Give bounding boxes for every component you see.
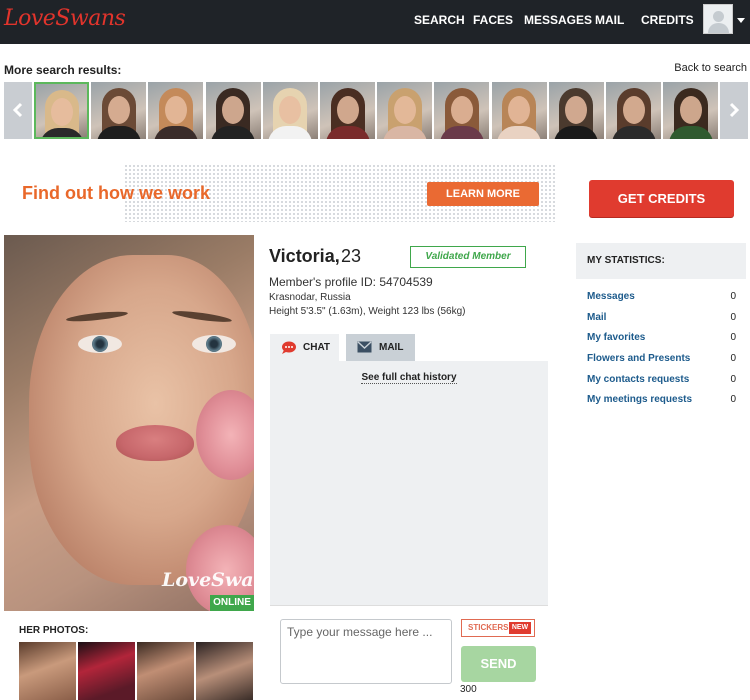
search-result-thumb[interactable]: [148, 82, 204, 139]
chevron-down-icon[interactable]: [737, 18, 745, 23]
thumb-face: [622, 96, 645, 124]
thumb-face: [393, 96, 416, 124]
nav-messages[interactable]: MESSAGES: [524, 13, 592, 27]
chevron-left-icon: [12, 102, 23, 118]
her-photo-thumb[interactable]: [78, 642, 135, 700]
banner-headline: Find out how we work: [22, 183, 210, 203]
my-statistics-title: MY STATISTICS:: [576, 243, 746, 279]
my-statistics-panel: MY STATISTICS: Messages 0 Mail 0 My favorite…: [576, 243, 746, 406]
more-search-results-title: More search results:: [4, 63, 122, 77]
tab-chat-label: CHAT: [303, 342, 331, 353]
photo-lips: [116, 425, 194, 461]
online-status-badge: ONLINE: [210, 595, 254, 611]
search-result-thumb[interactable]: [548, 82, 604, 139]
validated-member-badge: Validated Member: [410, 246, 526, 268]
thumb-face: [679, 96, 702, 124]
thumb-face: [222, 96, 245, 124]
chevron-right-icon: [729, 102, 740, 118]
nav-mail[interactable]: MAIL: [595, 13, 624, 27]
profile-name: Victoria,: [269, 246, 340, 266]
photo-eye-left: [78, 335, 122, 353]
tab-mail-label: MAIL: [379, 342, 404, 353]
photo-watermark-logo: LoveSwans: [162, 569, 254, 591]
stat-row: Messages 0: [587, 279, 746, 302]
search-results-carousel: [4, 82, 748, 139]
thumb-face: [107, 96, 130, 124]
top-navigation-bar: LoveSwans SEARCH FACES MESSAGES MAIL CRE…: [0, 0, 750, 44]
search-result-thumb[interactable]: [491, 82, 547, 139]
search-result-thumb[interactable]: [606, 82, 661, 139]
carousel-next-button[interactable]: [720, 82, 748, 139]
search-result-thumb[interactable]: [320, 82, 375, 139]
stat-label-link[interactable]: My meetings requests: [587, 394, 692, 405]
avatar-placeholder-body: [708, 23, 729, 33]
message-input[interactable]: [280, 619, 452, 684]
her-photo-thumb[interactable]: [137, 642, 194, 700]
new-badge: NEW: [509, 622, 531, 634]
avatar-placeholder-icon: [713, 11, 724, 22]
see-full-chat-history-link[interactable]: See full chat history: [361, 372, 457, 384]
chat-bubble-icon: [282, 341, 296, 354]
profile-height-weight: Height 5'3.5" (1.63m), Weight 123 lbs (5…: [269, 306, 466, 317]
nav-faces[interactable]: FACES: [473, 13, 513, 27]
stickers-label: STICKERS: [468, 623, 509, 632]
character-counter: 300: [460, 684, 477, 695]
stickers-button[interactable]: STICKERS NEW: [461, 619, 535, 637]
tab-chat[interactable]: CHAT: [270, 334, 339, 361]
her-photos-title: HER PHOTOS:: [19, 625, 89, 636]
search-result-thumb[interactable]: [34, 82, 89, 139]
thumb-face: [336, 96, 359, 124]
nav-search[interactable]: SEARCH: [414, 13, 465, 27]
get-credits-button[interactable]: GET CREDITS: [589, 180, 734, 217]
search-result-thumb[interactable]: [377, 82, 433, 139]
stat-value: 0: [730, 394, 736, 406]
profile-location: Krasnodar, Russia: [269, 292, 351, 303]
search-result-thumb[interactable]: [434, 82, 490, 139]
how-we-work-banner: Find out how we work LEARN MORE: [4, 164, 557, 222]
thumb-face: [508, 96, 531, 124]
user-avatar-button[interactable]: [703, 4, 733, 34]
learn-more-button[interactable]: LEARN MORE: [427, 182, 539, 206]
chat-history-container: See full chat history: [270, 372, 548, 384]
tab-mail[interactable]: MAIL: [346, 334, 415, 361]
search-result-thumb[interactable]: [262, 82, 318, 139]
stat-row: My contacts requests 0: [587, 362, 746, 385]
envelope-icon: [357, 341, 372, 353]
back-to-search-link[interactable]: Back to search: [674, 62, 747, 74]
profile-id: Member's profile ID: 54704539: [269, 275, 433, 289]
search-result-thumb[interactable]: [91, 82, 147, 139]
site-logo[interactable]: LoveSwans: [4, 6, 126, 31]
stat-row: Flowers and Presents 0: [587, 341, 746, 364]
photo-eye-right: [192, 335, 236, 353]
stat-row: Mail 0: [587, 300, 746, 323]
carousel-prev-button[interactable]: [4, 82, 32, 139]
profile-main-photo[interactable]: LoveSwans: [4, 235, 254, 611]
thumb-face: [50, 98, 73, 126]
search-result-thumb[interactable]: [205, 82, 261, 139]
search-result-thumb[interactable]: [663, 82, 719, 139]
thumb-face: [450, 96, 473, 124]
thumb-face: [164, 96, 187, 124]
profile-age: 23: [341, 246, 362, 266]
stat-row: My meetings requests 0: [587, 382, 746, 406]
nav-credits[interactable]: CREDITS: [641, 13, 694, 27]
her-photo-thumb[interactable]: [196, 642, 253, 700]
stat-row: My favorites 0: [587, 320, 746, 343]
her-photo-thumb[interactable]: [19, 642, 76, 700]
send-button[interactable]: SEND: [461, 646, 536, 682]
